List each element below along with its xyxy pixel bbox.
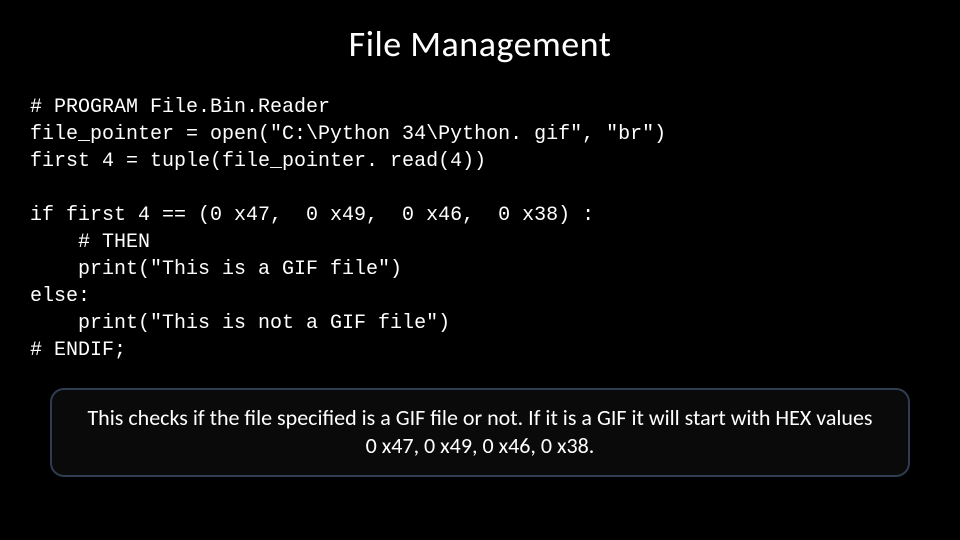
code-line: if first 4 == (0 x47, 0 x49, 0 x46, 0 x3… — [30, 204, 594, 227]
code-line: else: — [30, 285, 90, 308]
code-line: # ENDIF; — [30, 339, 126, 362]
callout-text: This checks if the file specified is a G… — [87, 404, 872, 459]
code-line: first 4 = tuple(file_pointer. read(4)) — [30, 150, 486, 173]
code-line: print("This is not a GIF file") — [30, 312, 450, 335]
slide-title: File Management — [30, 22, 930, 66]
explanation-callout: This checks if the file specified is a G… — [50, 388, 910, 477]
code-line: # THEN — [30, 231, 150, 254]
code-line: file_pointer = open("C:\Python 34\Python… — [30, 123, 666, 146]
code-line: # PROGRAM File.Bin.Reader — [30, 96, 330, 119]
slide: File Management # PROGRAM File.Bin.Reade… — [0, 0, 960, 540]
code-line: print("This is a GIF file") — [30, 258, 402, 281]
code-block: # PROGRAM File.Bin.Reader file_pointer =… — [30, 94, 930, 364]
